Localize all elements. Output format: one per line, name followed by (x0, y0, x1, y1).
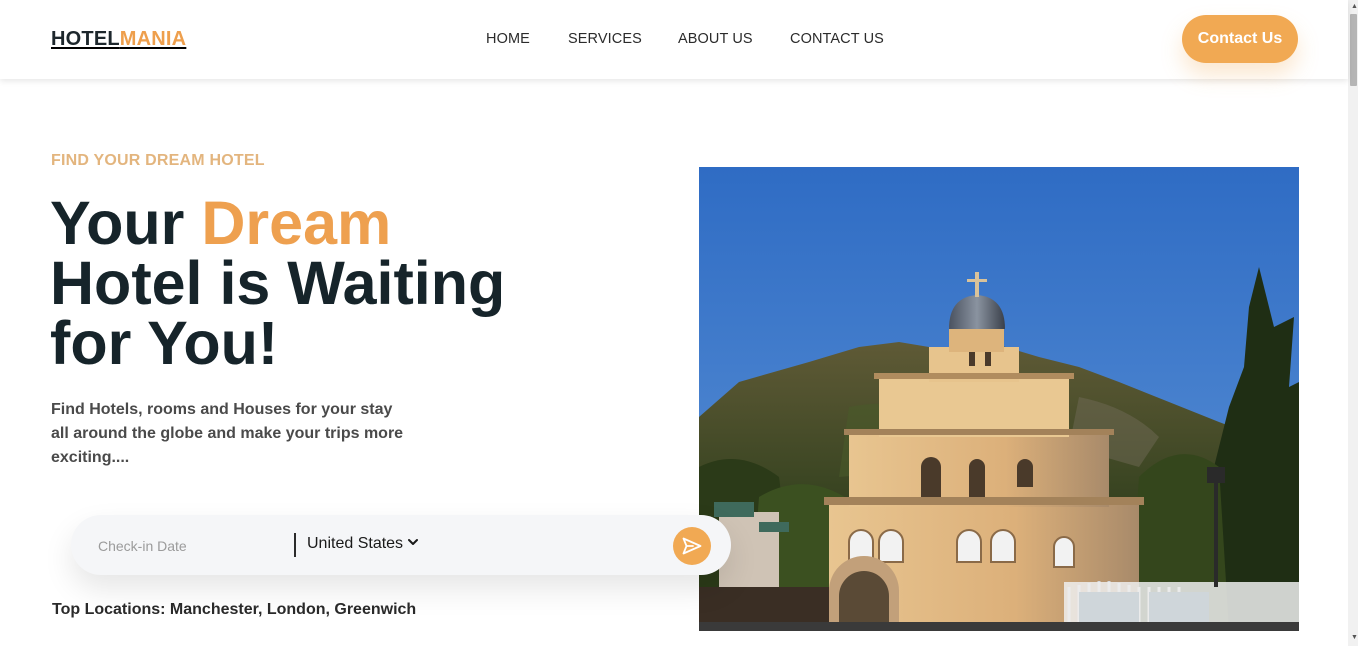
headline-part1: Your (50, 189, 202, 257)
top-locations: Top Locations: Manchester, London, Green… (52, 601, 417, 618)
hero-image (699, 167, 1299, 631)
site-header: HOTELMANIA HOME SERVICES ABOUT US CONTAC… (0, 0, 1348, 79)
nav-home[interactable]: HOME (486, 31, 530, 47)
church-photo-icon (699, 167, 1299, 631)
nav-contact-us[interactable]: CONTACT US (790, 31, 884, 47)
nav-services[interactable]: SERVICES (568, 31, 642, 47)
nav-about-us[interactable]: ABOUT US (678, 31, 753, 47)
search-bar: United States (71, 515, 731, 575)
chevron-down-icon[interactable] (408, 538, 418, 546)
hero-eyebrow: FIND YOUR DREAM HOTEL (51, 152, 265, 169)
hero-headline: Your Dream Hotel is Waiting for You! (50, 193, 570, 374)
search-divider (294, 533, 296, 557)
country-select[interactable]: United States (307, 535, 403, 557)
send-icon (682, 537, 702, 555)
headline-part2: Hotel is Waiting for You! (50, 249, 506, 377)
logo-part1: HOTEL (51, 28, 120, 50)
contact-us-button[interactable]: Contact Us (1182, 15, 1298, 63)
hero-description: Find Hotels, rooms and Houses for your s… (51, 401, 404, 466)
scroll-down-arrow-icon[interactable]: ▼ (1351, 634, 1358, 641)
logo-part2: MANIA (119, 28, 187, 50)
brand-logo[interactable]: HOTELMANIA (51, 28, 186, 51)
headline-accent: Dream (201, 189, 392, 257)
scrollbar-thumb[interactable] (1350, 14, 1357, 86)
scroll-up-arrow-icon[interactable]: ▲ (1351, 3, 1358, 10)
search-submit-button[interactable] (673, 527, 711, 565)
page-scrollbar[interactable] (1348, 0, 1358, 646)
checkin-date-input[interactable] (98, 536, 278, 556)
